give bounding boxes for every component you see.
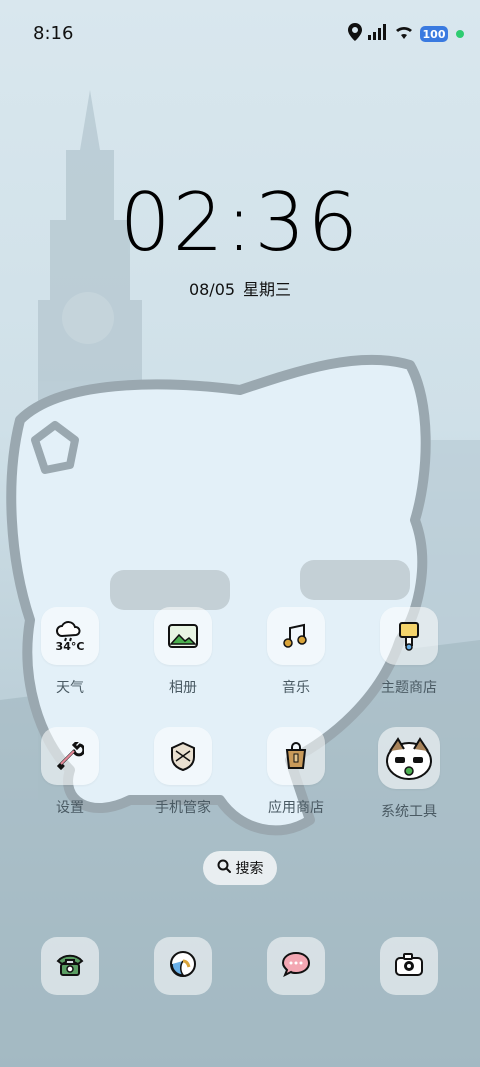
app-label: 手机管家 xyxy=(155,800,211,816)
dock-camera[interactable] xyxy=(380,937,438,995)
system-tools-folder-icon[interactable] xyxy=(378,727,440,789)
wifi-icon xyxy=(394,24,414,44)
weather-icon[interactable]: 34°C xyxy=(41,607,99,665)
app-system-tools[interactable]: 系统工具 xyxy=(359,727,459,821)
app-phone-manager[interactable]: 手机管家 xyxy=(133,727,233,817)
date-display: 08/05 星期三 xyxy=(0,276,480,300)
messages-icon xyxy=(281,951,311,981)
status-icons: 100 xyxy=(348,23,464,45)
app-theme-store[interactable]: 主题商店 xyxy=(359,607,459,697)
date-text: 08/05 xyxy=(188,280,236,299)
status-time: 8:16 xyxy=(33,23,74,44)
app-label: 系统工具 xyxy=(381,804,437,820)
status-bar: 8:16 100 xyxy=(0,0,480,66)
weekday-text: 星期三 xyxy=(243,280,292,299)
app-app-store[interactable]: 应用商店 xyxy=(246,727,346,817)
app-weather[interactable]: 34°C 天气 xyxy=(20,607,120,697)
phone-icon xyxy=(55,951,85,981)
phone-manager-icon[interactable] xyxy=(154,727,212,785)
browser-icon xyxy=(168,949,198,983)
theme-store-icon[interactable] xyxy=(380,607,438,665)
app-store-icon[interactable] xyxy=(267,727,325,785)
app-label: 天气 xyxy=(56,680,84,696)
app-settings[interactable]: 设置 xyxy=(20,727,120,817)
app-music[interactable]: 音乐 xyxy=(246,607,346,697)
gallery-icon[interactable] xyxy=(154,607,212,665)
wallpaper-art xyxy=(0,90,480,1067)
battery-icon: 100 xyxy=(420,26,448,42)
app-label: 相册 xyxy=(169,680,197,696)
music-icon[interactable] xyxy=(267,607,325,665)
search-icon xyxy=(217,859,231,877)
search-label: 搜索 xyxy=(235,861,264,877)
signal-icon xyxy=(368,24,388,44)
app-label: 音乐 xyxy=(282,680,310,696)
app-gallery[interactable]: 相册 xyxy=(133,607,233,697)
camera-icon xyxy=(394,951,424,981)
app-label: 主题商店 xyxy=(381,680,437,696)
dock-phone[interactable] xyxy=(41,937,99,995)
clock-widget[interactable]: 02:36 xyxy=(0,176,480,269)
location-icon xyxy=(348,23,362,45)
app-label: 应用商店 xyxy=(268,800,324,816)
weather-temperature: 34°C xyxy=(55,639,85,653)
dock-messages[interactable] xyxy=(267,937,325,995)
app-label: 设置 xyxy=(56,800,84,816)
settings-icon[interactable] xyxy=(41,727,99,785)
wallpaper xyxy=(0,0,480,1067)
search-button[interactable]: 搜索 xyxy=(203,851,277,885)
privacy-indicator-dot xyxy=(456,30,464,38)
dock-browser[interactable] xyxy=(154,937,212,995)
